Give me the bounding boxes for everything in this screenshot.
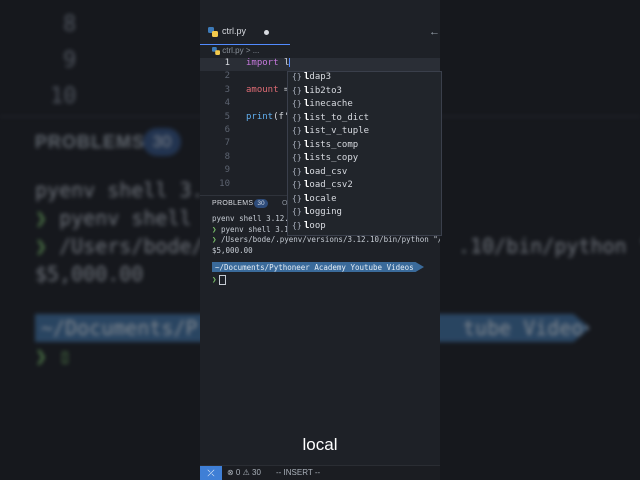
terminal-line: ❯ /Users/bode/.pyenv/versions/3.12.10/bi…: [212, 235, 440, 244]
bg-line-number: 8: [63, 12, 77, 37]
text-cursor: [289, 58, 291, 67]
code-text: import l: [246, 58, 291, 68]
autocomplete-label: lists_comp: [304, 139, 359, 150]
code-line[interactable]: 1 import l: [200, 58, 440, 72]
python-icon: [208, 27, 218, 37]
autocomplete-item[interactable]: {} lists_comp: [288, 140, 441, 154]
autocomplete-label: linecache: [304, 99, 353, 109]
problems-count-badge: 30: [254, 199, 268, 208]
autocomplete-item[interactable]: {} list_to_dict: [288, 113, 441, 127]
line-number: 10: [219, 178, 230, 189]
module-icon: {}: [292, 166, 302, 176]
autocomplete-menu[interactable]: {} ldap3{} lib2to3{} linecache{} list_to_dic…: [287, 71, 442, 236]
module-icon: {}: [292, 72, 302, 81]
module-icon: {}: [292, 139, 302, 149]
autocomplete-label: load_csv2: [304, 180, 353, 190]
tab-bar: ctrl.py ←: [200, 22, 440, 45]
autocomplete-label: list_v_tuple: [304, 126, 370, 136]
tab-label: ctrl.py: [222, 26, 247, 36]
tab-ctrl-py[interactable]: ctrl.py: [200, 22, 290, 45]
bg-terminal-line: ❯ pyenv shell: [35, 206, 192, 230]
bg-prompt: ❯ ▯: [35, 344, 72, 368]
cursor-icon: [218, 275, 226, 285]
autocomplete-label: locale: [304, 193, 337, 204]
line-number: 8: [224, 151, 230, 162]
autocomplete-item[interactable]: {} lib2to3: [288, 86, 441, 100]
autocomplete-label: lib2to3: [304, 85, 342, 96]
remote-icon[interactable]: ⤫: [200, 466, 222, 480]
status-bar: ⤫ ⊗ 0 ⚠ 30 -- INSERT --: [200, 465, 440, 480]
autocomplete-item[interactable]: {} load_csv: [288, 167, 441, 181]
breadcrumb-rest: > ...: [245, 46, 260, 55]
line-number: 4: [224, 98, 230, 109]
autocomplete-label: ldap3: [304, 72, 332, 82]
autocomplete-item[interactable]: {} ldap3: [288, 72, 441, 86]
line-number: 3: [224, 84, 230, 95]
tab-problems[interactable]: PROBLEMS: [212, 200, 253, 207]
line-number: 6: [224, 124, 230, 135]
bg-line-number: 9: [63, 48, 77, 73]
video-caption: local: [302, 435, 338, 454]
code-text: amount =: [246, 84, 290, 95]
terminal-prompt[interactable]: ❯: [212, 275, 440, 286]
bg-terminal-line: .10/bin/python "/: [458, 234, 640, 258]
module-icon: {}: [292, 153, 302, 162]
autocomplete-item[interactable]: {} list_v_tuple: [288, 126, 441, 140]
autocomplete-label: lists_copy: [304, 153, 359, 163]
autocomplete-item[interactable]: {} lists_copy: [288, 153, 441, 167]
autocomplete-item[interactable]: {} loop: [288, 221, 441, 235]
module-icon: {}: [292, 112, 302, 122]
autocomplete-item[interactable]: {} load_csv2: [288, 180, 441, 194]
path-band: ~/Documents/Pythoneer Academy Youtube Vi…: [212, 262, 424, 272]
module-icon: {}: [292, 193, 302, 203]
bg-problems-label: PROBLEMS: [35, 132, 146, 152]
autocomplete-label: loop: [304, 220, 326, 231]
bg-terminal-line: pyenv shell 3.: [35, 178, 204, 202]
unsaved-dot-icon[interactable]: [264, 30, 269, 35]
line-number: 5: [224, 111, 230, 122]
module-icon: {}: [292, 85, 302, 95]
code-text: print(f': [246, 111, 290, 122]
module-icon: {}: [292, 99, 302, 108]
line-number: 9: [224, 165, 230, 176]
bg-problems-badge: 30: [143, 128, 181, 156]
autocomplete-label: list_to_dict: [304, 112, 370, 123]
autocomplete-item[interactable]: {} linecache: [288, 99, 441, 113]
autocomplete-item[interactable]: {} logging: [288, 207, 441, 221]
autocomplete-label: load_csv: [304, 166, 348, 177]
autocomplete-label: logging: [304, 207, 342, 217]
bg-terminal-line: ❯ /Users/bode/: [35, 234, 204, 258]
vim-mode: -- INSERT --: [276, 468, 321, 477]
python-icon: [212, 46, 220, 55]
breadcrumb[interactable]: ctrl.py > ...: [212, 46, 259, 55]
terminal-output: $5,000.00: [212, 245, 253, 255]
module-icon: {}: [292, 126, 302, 135]
line-number: 1: [224, 58, 230, 68]
problems-status[interactable]: ⊗ 0 ⚠ 30: [227, 468, 261, 477]
module-icon: {}: [292, 207, 302, 216]
module-icon: {}: [292, 180, 302, 189]
autocomplete-item[interactable]: {} locale: [288, 194, 441, 208]
arrow-left-icon[interactable]: ←: [429, 26, 440, 38]
line-number: 7: [224, 138, 230, 149]
module-icon: {}: [292, 220, 302, 230]
bg-line-number: 10: [50, 84, 77, 109]
breadcrumb-file: ctrl.py: [222, 46, 244, 55]
line-number: 2: [224, 71, 230, 82]
bg-terminal-output: $5,000.00: [35, 262, 144, 286]
